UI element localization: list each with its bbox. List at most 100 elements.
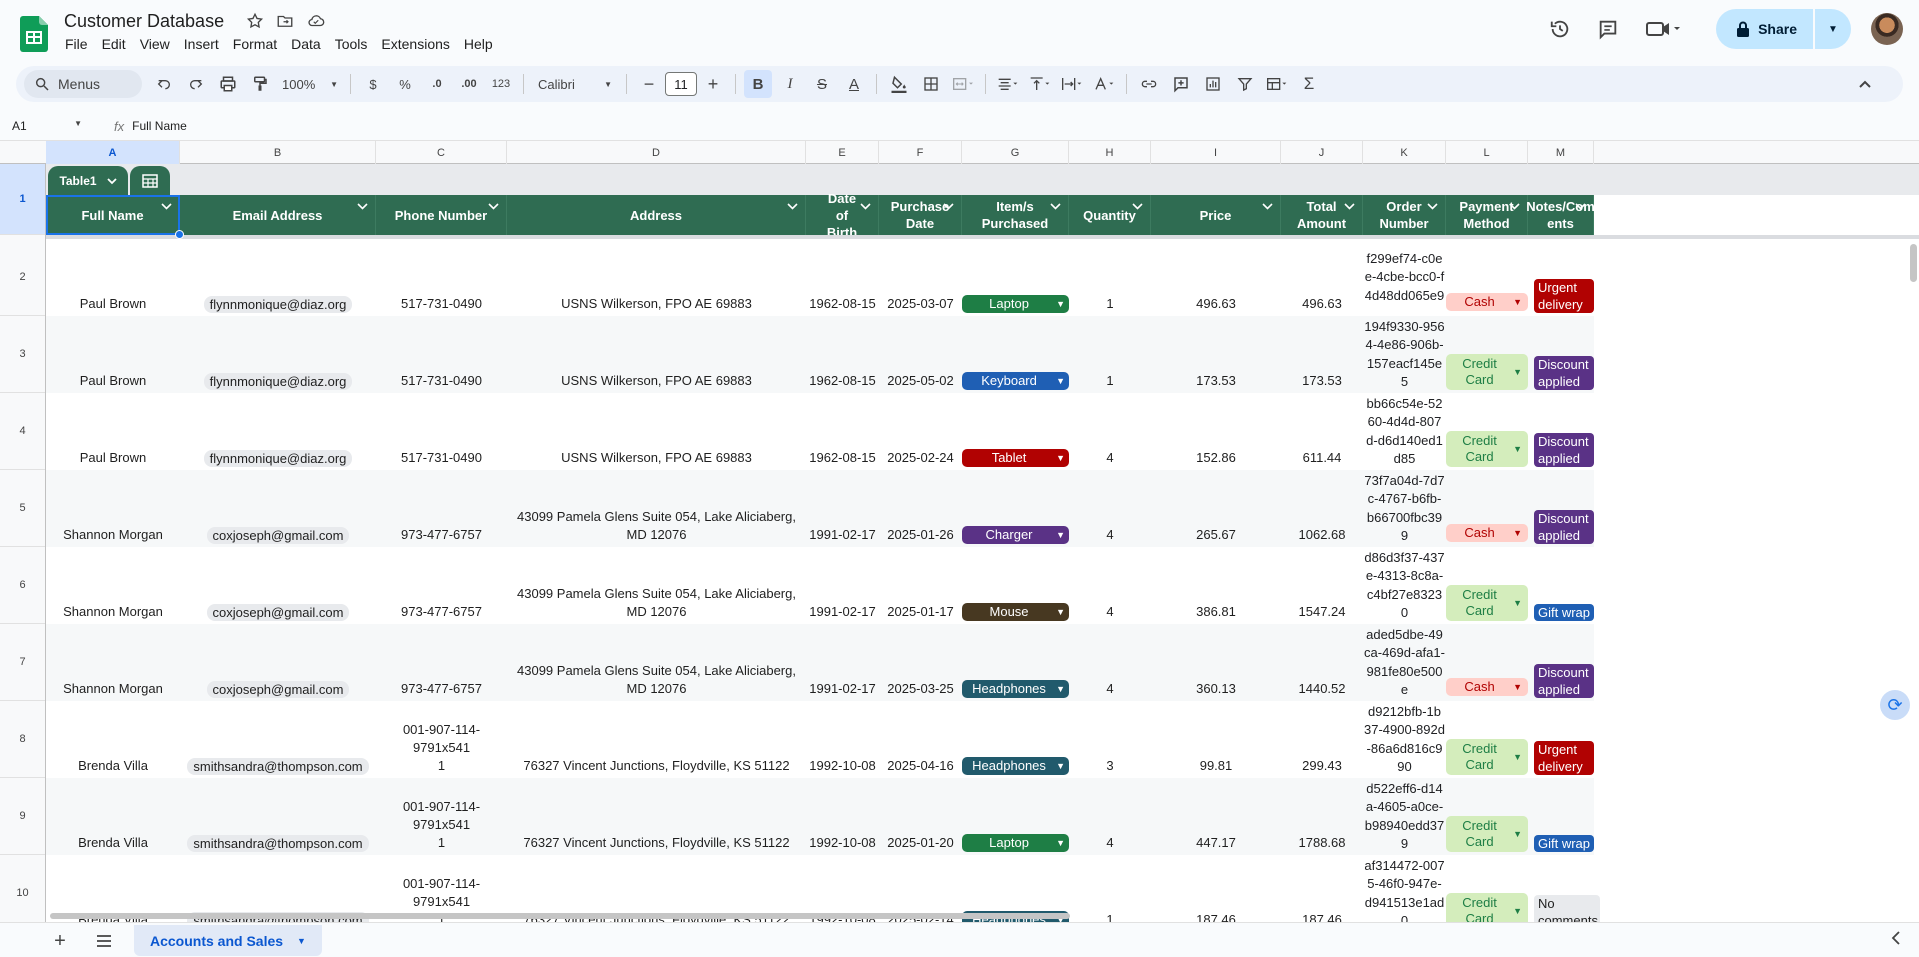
avatar[interactable]	[1871, 13, 1903, 45]
payment-dropdown-chip[interactable]: Credit Card ▼	[1446, 354, 1528, 390]
order-number-cell[interactable]: d9212bfb-1b 37-4900-892d -86a6d816c9 90	[1363, 701, 1446, 778]
collapse-toolbar-icon[interactable]	[1851, 70, 1879, 98]
dob-cell[interactable]: 1962-08-15	[806, 316, 879, 393]
email-chip[interactable]: coxjoseph@gmail.com	[206, 604, 350, 621]
order-number-cell[interactable]: 73f7a04d-7d7 c-4767-b6fb-b66700fbc39 9	[1363, 470, 1446, 547]
column-header-k[interactable]: K	[1363, 141, 1446, 164]
fill-color-icon[interactable]	[885, 70, 913, 98]
sheet-tab-accounts-and-sales[interactable]: Accounts and Sales ▼	[134, 925, 322, 956]
row-header-7[interactable]: 7	[0, 624, 45, 701]
dob-cell[interactable]: 1992-10-08	[806, 701, 879, 778]
column-title-quantity[interactable]: Quantity	[1069, 195, 1151, 235]
refresh-icon[interactable]: ⟳	[1880, 690, 1910, 720]
menu-extensions[interactable]: Extensions	[374, 35, 456, 53]
item-dropdown-chip[interactable]: Laptop ▼	[962, 834, 1069, 852]
note-chip[interactable]: Discount applied	[1534, 356, 1594, 390]
purchase-date-cell[interactable]: 2025-03-25	[879, 624, 962, 701]
item-cell[interactable]: Headphones ▼	[962, 624, 1069, 701]
email-cell[interactable]: smithsandra@thompson.com	[180, 778, 376, 855]
address-cell[interactable]: 76327 Vincent Junctions, Floydville, KS …	[507, 778, 806, 855]
item-dropdown-chip[interactable]: Tablet ▼	[962, 449, 1069, 467]
column-menu-caret-icon[interactable]	[1344, 199, 1355, 216]
note-cell[interactable]: Discount applied	[1528, 316, 1594, 393]
purchase-date-cell[interactable]: 2025-05-02	[879, 316, 962, 393]
purchase-date-cell[interactable]: 2025-04-16	[879, 701, 962, 778]
price-cell[interactable]: 152.86	[1151, 393, 1281, 470]
note-chip[interactable]: Gift wrap	[1534, 604, 1594, 621]
note-chip[interactable]: Gift wrap	[1534, 835, 1594, 852]
menu-help[interactable]: Help	[457, 35, 500, 53]
payment-cell[interactable]: Credit Card ▼	[1446, 778, 1528, 855]
order-number-cell[interactable]: d86d3f37-437 e-4313-8c8a-c4bf27e8323 0	[1363, 547, 1446, 624]
note-cell[interactable]: Discount applied	[1528, 393, 1594, 470]
column-title-purchase-date[interactable]: Purchase Date	[879, 195, 962, 235]
phone-cell[interactable]: 517-731-0490	[376, 239, 507, 316]
print-icon[interactable]	[214, 70, 242, 98]
payment-dropdown-chip[interactable]: Credit Card ▼	[1446, 585, 1528, 621]
phone-cell[interactable]: 973-477-6757	[376, 470, 507, 547]
version-history-icon[interactable]	[1540, 9, 1580, 49]
row-header-5[interactable]: 5	[0, 470, 45, 547]
dob-cell[interactable]: 1991-02-17	[806, 547, 879, 624]
share-dropdown[interactable]: ▼	[1815, 9, 1851, 49]
merge-cells-icon[interactable]	[949, 70, 977, 98]
payment-cell[interactable]: Cash ▼	[1446, 239, 1528, 316]
column-header-d[interactable]: D	[507, 141, 806, 164]
email-cell[interactable]: flynnmonique@diaz.org	[180, 393, 376, 470]
email-chip[interactable]: smithsandra@thompson.com	[187, 835, 369, 852]
column-title-phone-number[interactable]: Phone Number	[376, 195, 507, 235]
order-number-cell[interactable]: d522eff6-d14 a-4605-a0ce-b98940edd37 9	[1363, 778, 1446, 855]
qty-cell[interactable]: 4	[1069, 470, 1151, 547]
total-cell[interactable]: 299.43	[1281, 701, 1363, 778]
note-chip[interactable]: Urgent delivery	[1534, 279, 1594, 313]
note-chip[interactable]: Urgent delivery	[1534, 741, 1594, 775]
bold-button[interactable]: B	[744, 70, 772, 98]
address-cell[interactable]: USNS Wilkerson, FPO AE 69883	[507, 393, 806, 470]
add-sheet-icon[interactable]: +	[48, 929, 72, 953]
dob-cell[interactable]: 1992-10-08	[806, 778, 879, 855]
caret-down-icon[interactable]: ▼	[297, 936, 306, 946]
item-cell[interactable]: Laptop ▼	[962, 239, 1069, 316]
note-cell[interactable]: Discount applied	[1528, 624, 1594, 701]
undo-icon[interactable]	[150, 70, 178, 98]
column-header-c[interactable]: C	[376, 141, 507, 164]
column-header-e[interactable]: E	[806, 141, 879, 164]
email-chip[interactable]: coxjoseph@gmail.com	[206, 681, 350, 698]
all-sheets-menu-icon[interactable]	[92, 929, 116, 953]
phone-cell[interactable]: 001-907-114-9791x541 1	[376, 701, 507, 778]
column-title-total-amount[interactable]: Total Amount	[1281, 195, 1363, 235]
more-formats-button[interactable]: 123	[487, 70, 515, 98]
column-header-i[interactable]: I	[1151, 141, 1281, 164]
insert-link-icon[interactable]	[1135, 70, 1163, 98]
qty-cell[interactable]: 4	[1069, 778, 1151, 855]
name-cell[interactable]: Shannon Morgan	[46, 547, 180, 624]
column-header-b[interactable]: B	[180, 141, 376, 164]
row-header-1[interactable]: 1	[0, 164, 45, 235]
menu-edit[interactable]: Edit	[95, 35, 133, 53]
column-menu-caret-icon[interactable]	[1262, 199, 1273, 216]
price-cell[interactable]: 360.13	[1151, 624, 1281, 701]
price-cell[interactable]: 99.81	[1151, 701, 1281, 778]
column-header-h[interactable]: H	[1069, 141, 1151, 164]
item-dropdown-chip[interactable]: Keyboard ▼	[962, 372, 1069, 390]
column-menu-caret-icon[interactable]	[1132, 199, 1143, 216]
vertical-align-icon[interactable]	[1026, 70, 1054, 98]
total-cell[interactable]: 173.53	[1281, 316, 1363, 393]
horizontal-align-icon[interactable]	[994, 70, 1022, 98]
price-cell[interactable]: 173.53	[1151, 316, 1281, 393]
total-cell[interactable]: 611.44	[1281, 393, 1363, 470]
row-header-9[interactable]: 9	[0, 778, 45, 855]
comments-icon[interactable]	[1588, 9, 1628, 49]
total-cell[interactable]: 1547.24	[1281, 547, 1363, 624]
text-wrapping-icon[interactable]	[1058, 70, 1086, 98]
column-title-email-address[interactable]: Email Address	[180, 195, 376, 235]
email-chip[interactable]: flynnmonique@diaz.org	[203, 373, 353, 390]
name-cell[interactable]: Paul Brown	[46, 393, 180, 470]
price-cell[interactable]: 496.63	[1151, 239, 1281, 316]
payment-cell[interactable]: Cash ▼	[1446, 624, 1528, 701]
chevron-left-icon[interactable]	[1891, 931, 1901, 948]
email-chip[interactable]: smithsandra@thompson.com	[187, 758, 369, 775]
horizontal-scrollbar[interactable]	[46, 911, 1919, 921]
qty-cell[interactable]: 4	[1069, 547, 1151, 624]
column-menu-caret-icon[interactable]	[1575, 199, 1586, 216]
